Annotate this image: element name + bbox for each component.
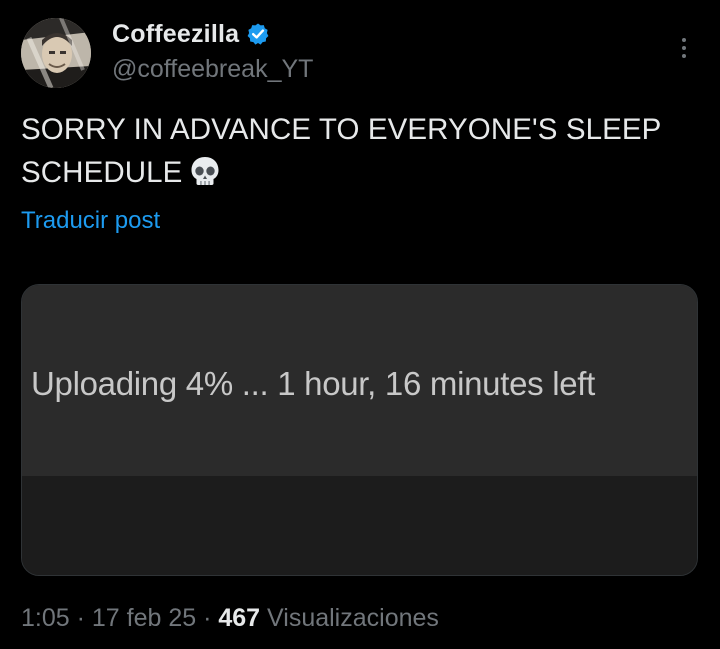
meta-separator: ·: [196, 604, 219, 632]
author-name-row: Coffeezilla: [112, 20, 270, 48]
more-dot: [682, 54, 686, 58]
author-display-name[interactable]: Coffeezilla: [112, 20, 239, 49]
upload-status-text: Uploading 4% ... 1 hour, 16 minutes left: [31, 365, 596, 402]
media-lower-panel: [22, 476, 697, 575]
skull-icon: [188, 154, 222, 188]
media-card[interactable]: Uploading 4% ... 1 hour, 16 minutes left: [21, 284, 698, 576]
translate-post-link[interactable]: Traducir post: [21, 207, 160, 235]
views-count[interactable]: 467: [218, 604, 260, 632]
avatar[interactable]: [21, 18, 91, 88]
views-label: Visualizaciones: [260, 604, 439, 632]
verified-badge-icon[interactable]: [246, 22, 270, 46]
more-dot: [682, 38, 686, 42]
post-text-line2: SCHEDULE: [21, 156, 183, 189]
post-text: SORRY IN ADVANCE TO EVERYONE'S SLEEP SCH…: [21, 108, 706, 194]
post-text-line1: SORRY IN ADVANCE TO EVERYONE'S SLEEP: [21, 113, 662, 146]
post: Coffeezilla @coffeebreak_YT SORRY IN ADV…: [0, 0, 720, 649]
more-dot: [682, 46, 686, 50]
post-time[interactable]: 1:05: [21, 604, 70, 632]
more-options-icon[interactable]: [670, 32, 698, 64]
post-date[interactable]: 17 feb 25: [92, 604, 196, 632]
author-handle[interactable]: @coffeebreak_YT: [112, 55, 313, 84]
meta-separator: ·: [69, 604, 92, 632]
media-upload-panel: Uploading 4% ... 1 hour, 16 minutes left: [22, 285, 697, 476]
post-meta: 1:05 · 17 feb 25 · 467 Visualizaciones: [21, 604, 439, 633]
